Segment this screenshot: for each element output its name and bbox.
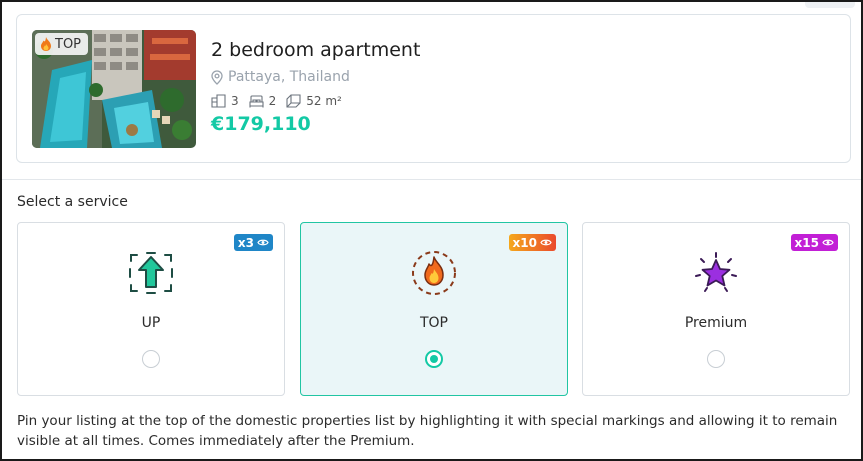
listing-title[interactable]: 2 bedroom apartment: [211, 39, 420, 61]
radio-up[interactable]: [142, 350, 160, 368]
area-icon: [286, 94, 301, 108]
rooms-icon: [211, 94, 226, 108]
rooms-feature: 3: [211, 94, 239, 108]
area-value: 52 m²: [306, 94, 342, 108]
service-name-up: UP: [141, 315, 161, 331]
service-name-premium: Premium: [684, 315, 748, 331]
top-tag: TOP: [35, 33, 89, 55]
service-card-up[interactable]: x3 UP: [17, 222, 285, 396]
views-multiplier: x10: [512, 235, 537, 250]
top-tag-label: TOP: [55, 36, 82, 52]
section-divider: [2, 179, 861, 180]
listing-location: Pattaya, Thailand: [211, 69, 350, 85]
views-multiplier: x15: [794, 235, 819, 250]
rooms-count: 3: [231, 94, 239, 108]
listing-price: €179,110: [211, 113, 311, 135]
service-name-top: TOP: [419, 315, 448, 331]
flame-icon: [412, 251, 456, 295]
eye-icon: [540, 239, 552, 246]
radio-premium[interactable]: [707, 350, 725, 368]
location-text: Pattaya, Thailand: [228, 69, 350, 85]
listing-features: 3 2 52 m²: [211, 94, 352, 108]
radio-top[interactable]: [425, 350, 443, 368]
flame-icon: [41, 37, 51, 51]
service-card-top[interactable]: x10 TOP: [300, 222, 568, 396]
scroll-edge: [805, 2, 855, 8]
eye-icon: [257, 239, 269, 246]
area-feature: 52 m²: [286, 94, 342, 108]
star-icon: [695, 252, 737, 292]
eye-icon: [822, 239, 834, 246]
views-multiplier: x3: [237, 235, 254, 250]
service-card-premium[interactable]: x15 Premium: [582, 222, 850, 396]
location-pin-icon: [211, 69, 223, 85]
bed-icon: [249, 94, 264, 107]
listing-photo: TOP: [32, 30, 196, 148]
views-badge: x10: [508, 234, 556, 251]
arrow-up-icon: [129, 252, 173, 294]
bedrooms-feature: 2: [249, 94, 277, 108]
select-service-label: Select a service: [17, 194, 128, 210]
bedrooms-count: 2: [268, 94, 277, 108]
views-badge: x15: [790, 234, 838, 251]
service-description: Pin your listing at the top of the domes…: [17, 413, 838, 449]
listing-card[interactable]: TOP 2 bedroom apartment Pattaya, Thailan…: [16, 14, 851, 163]
views-badge: x3: [233, 234, 273, 251]
